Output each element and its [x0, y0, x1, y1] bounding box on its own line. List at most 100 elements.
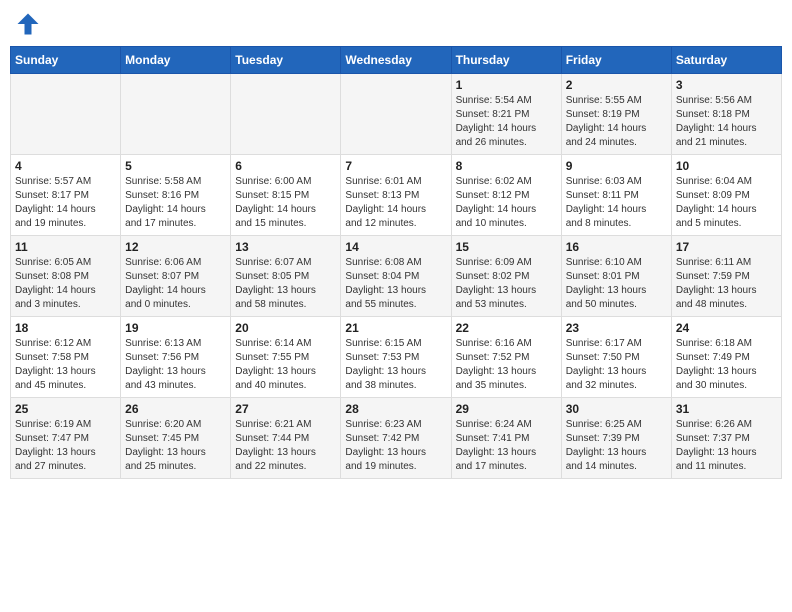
calendar-cell: 14 Sunrise: 6:08 AM Sunset: 8:04 PM Dayli…	[341, 236, 451, 317]
weekday-header-wednesday: Wednesday	[341, 47, 451, 74]
day-info: Sunrise: 6:16 AM Sunset: 7:52 PM Dayligh…	[456, 337, 557, 393]
calendar-week-4: 18 Sunrise: 6:12 AM Sunset: 7:58 PM Dayli…	[11, 317, 782, 398]
day-number: 2	[566, 78, 667, 92]
day-number: 6	[235, 159, 336, 173]
calendar-cell: 7 Sunrise: 6:01 AM Sunset: 8:13 PM Daylig…	[341, 155, 451, 236]
calendar-cell	[341, 74, 451, 155]
day-info: Sunrise: 6:19 AM Sunset: 7:47 PM Dayligh…	[15, 418, 116, 474]
day-info: Sunrise: 6:06 AM Sunset: 8:07 PM Dayligh…	[125, 256, 226, 312]
calendar-table: SundayMondayTuesdayWednesdayThursdayFrid…	[10, 46, 782, 479]
page-header	[10, 10, 782, 38]
weekday-header-tuesday: Tuesday	[231, 47, 341, 74]
weekday-header-monday: Monday	[121, 47, 231, 74]
day-number: 25	[15, 402, 116, 416]
weekday-header-row: SundayMondayTuesdayWednesdayThursdayFrid…	[11, 47, 782, 74]
day-info: Sunrise: 6:13 AM Sunset: 7:56 PM Dayligh…	[125, 337, 226, 393]
day-info: Sunrise: 5:56 AM Sunset: 8:18 PM Dayligh…	[676, 94, 777, 150]
day-number: 11	[15, 240, 116, 254]
day-info: Sunrise: 5:57 AM Sunset: 8:17 PM Dayligh…	[15, 175, 116, 231]
calendar-cell: 4 Sunrise: 5:57 AM Sunset: 8:17 PM Daylig…	[11, 155, 121, 236]
day-info: Sunrise: 6:20 AM Sunset: 7:45 PM Dayligh…	[125, 418, 226, 474]
calendar-cell: 8 Sunrise: 6:02 AM Sunset: 8:12 PM Daylig…	[451, 155, 561, 236]
day-info: Sunrise: 6:26 AM Sunset: 7:37 PM Dayligh…	[676, 418, 777, 474]
day-number: 29	[456, 402, 557, 416]
day-number: 20	[235, 321, 336, 335]
weekday-header-friday: Friday	[561, 47, 671, 74]
calendar-week-3: 11 Sunrise: 6:05 AM Sunset: 8:08 PM Dayli…	[11, 236, 782, 317]
day-info: Sunrise: 6:10 AM Sunset: 8:01 PM Dayligh…	[566, 256, 667, 312]
calendar-cell	[231, 74, 341, 155]
calendar-header: SundayMondayTuesdayWednesdayThursdayFrid…	[11, 47, 782, 74]
calendar-cell: 5 Sunrise: 5:58 AM Sunset: 8:16 PM Daylig…	[121, 155, 231, 236]
calendar-cell: 6 Sunrise: 6:00 AM Sunset: 8:15 PM Daylig…	[231, 155, 341, 236]
day-number: 27	[235, 402, 336, 416]
day-info: Sunrise: 6:01 AM Sunset: 8:13 PM Dayligh…	[345, 175, 446, 231]
logo-icon	[14, 10, 42, 38]
day-number: 23	[566, 321, 667, 335]
day-number: 18	[15, 321, 116, 335]
calendar-cell: 2 Sunrise: 5:55 AM Sunset: 8:19 PM Daylig…	[561, 74, 671, 155]
calendar-cell: 13Sunrise: 6:07 AM Sunset: 8:05 PM Dayli…	[231, 236, 341, 317]
calendar-week-5: 25 Sunrise: 6:19 AM Sunset: 7:47 PM Dayli…	[11, 398, 782, 479]
day-number: 24	[676, 321, 777, 335]
calendar-cell: 30 Sunrise: 6:25 AM Sunset: 7:39 PM Dayli…	[561, 398, 671, 479]
day-info: Sunrise: 6:17 AM Sunset: 7:50 PM Dayligh…	[566, 337, 667, 393]
day-number: 22	[456, 321, 557, 335]
day-number: 15	[456, 240, 557, 254]
day-info: Sunrise: 6:09 AM Sunset: 8:02 PM Dayligh…	[456, 256, 557, 312]
calendar-cell: 29 Sunrise: 6:24 AM Sunset: 7:41 PM Dayli…	[451, 398, 561, 479]
calendar-cell	[121, 74, 231, 155]
day-info: Sunrise: 6:18 AM Sunset: 7:49 PM Dayligh…	[676, 337, 777, 393]
day-number: 14	[345, 240, 446, 254]
day-info: Sunrise: 6:05 AM Sunset: 8:08 PM Dayligh…	[15, 256, 116, 312]
calendar-cell: 9 Sunrise: 6:03 AM Sunset: 8:11 PM Daylig…	[561, 155, 671, 236]
day-number: 5	[125, 159, 226, 173]
day-number: 12	[125, 240, 226, 254]
calendar-cell: 15 Sunrise: 6:09 AM Sunset: 8:02 PM Dayli…	[451, 236, 561, 317]
day-info: Sunrise: 6:00 AM Sunset: 8:15 PM Dayligh…	[235, 175, 336, 231]
day-number: 8	[456, 159, 557, 173]
calendar-week-2: 4 Sunrise: 5:57 AM Sunset: 8:17 PM Daylig…	[11, 155, 782, 236]
day-info: Sunrise: 6:23 AM Sunset: 7:42 PM Dayligh…	[345, 418, 446, 474]
day-info: Sunrise: 5:55 AM Sunset: 8:19 PM Dayligh…	[566, 94, 667, 150]
calendar-cell: 23 Sunrise: 6:17 AM Sunset: 7:50 PM Dayli…	[561, 317, 671, 398]
calendar-cell: 27 Sunrise: 6:21 AM Sunset: 7:44 PM Dayli…	[231, 398, 341, 479]
day-info: Sunrise: 6:15 AM Sunset: 7:53 PM Dayligh…	[345, 337, 446, 393]
day-info: Sunrise: 6:02 AM Sunset: 8:12 PM Dayligh…	[456, 175, 557, 231]
day-info: Sunrise: 6:04 AM Sunset: 8:09 PM Dayligh…	[676, 175, 777, 231]
calendar-cell: 21 Sunrise: 6:15 AM Sunset: 7:53 PM Dayli…	[341, 317, 451, 398]
calendar-week-1: 1 Sunrise: 5:54 AM Sunset: 8:21 PM Daylig…	[11, 74, 782, 155]
day-info: Sunrise: 6:24 AM Sunset: 7:41 PM Dayligh…	[456, 418, 557, 474]
calendar-cell: 11 Sunrise: 6:05 AM Sunset: 8:08 PM Dayli…	[11, 236, 121, 317]
day-number: 13	[235, 240, 336, 254]
day-number: 21	[345, 321, 446, 335]
calendar-cell: 10Sunrise: 6:04 AM Sunset: 8:09 PM Dayli…	[671, 155, 781, 236]
calendar-cell: 20Sunrise: 6:14 AM Sunset: 7:55 PM Dayli…	[231, 317, 341, 398]
day-info: Sunrise: 5:54 AM Sunset: 8:21 PM Dayligh…	[456, 94, 557, 150]
day-number: 9	[566, 159, 667, 173]
day-info: Sunrise: 6:12 AM Sunset: 7:58 PM Dayligh…	[15, 337, 116, 393]
day-number: 1	[456, 78, 557, 92]
calendar-cell: 24 Sunrise: 6:18 AM Sunset: 7:49 PM Dayli…	[671, 317, 781, 398]
day-info: Sunrise: 6:08 AM Sunset: 8:04 PM Dayligh…	[345, 256, 446, 312]
day-number: 30	[566, 402, 667, 416]
calendar-cell: 3Sunrise: 5:56 AM Sunset: 8:18 PM Daylig…	[671, 74, 781, 155]
calendar-body: 1 Sunrise: 5:54 AM Sunset: 8:21 PM Daylig…	[11, 74, 782, 479]
calendar-cell: 19Sunrise: 6:13 AM Sunset: 7:56 PM Dayli…	[121, 317, 231, 398]
day-number: 17	[676, 240, 777, 254]
day-number: 4	[15, 159, 116, 173]
calendar-cell: 18 Sunrise: 6:12 AM Sunset: 7:58 PM Dayli…	[11, 317, 121, 398]
calendar-cell: 12 Sunrise: 6:06 AM Sunset: 8:07 PM Dayli…	[121, 236, 231, 317]
day-info: Sunrise: 5:58 AM Sunset: 8:16 PM Dayligh…	[125, 175, 226, 231]
day-number: 7	[345, 159, 446, 173]
day-info: Sunrise: 6:25 AM Sunset: 7:39 PM Dayligh…	[566, 418, 667, 474]
calendar-cell: 22 Sunrise: 6:16 AM Sunset: 7:52 PM Dayli…	[451, 317, 561, 398]
calendar-cell: 16Sunrise: 6:10 AM Sunset: 8:01 PM Dayli…	[561, 236, 671, 317]
day-number: 26	[125, 402, 226, 416]
day-info: Sunrise: 6:21 AM Sunset: 7:44 PM Dayligh…	[235, 418, 336, 474]
day-info: Sunrise: 6:03 AM Sunset: 8:11 PM Dayligh…	[566, 175, 667, 231]
logo	[14, 10, 46, 38]
weekday-header-thursday: Thursday	[451, 47, 561, 74]
day-number: 28	[345, 402, 446, 416]
calendar-cell: 1 Sunrise: 5:54 AM Sunset: 8:21 PM Daylig…	[451, 74, 561, 155]
